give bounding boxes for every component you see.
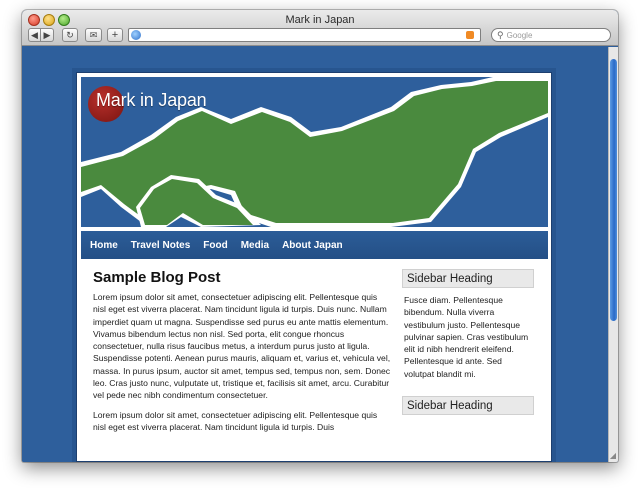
post-paragraph: Lorem ipsum dolor sit amet, consectetuer… [93,409,378,432]
search-icon: ⚲ [497,29,504,40]
nav-travel-notes[interactable]: Travel Notes [131,240,190,251]
search-placeholder: Google [506,30,533,40]
post-title: Sample Blog Post [93,269,221,286]
sidebar-heading: Sidebar Heading [402,269,534,288]
nav-media[interactable]: Media [241,240,269,251]
forward-arrow-icon: ▶ [43,29,51,40]
bookmark-icon: ✉ [89,29,98,40]
window-title: Mark in Japan [285,14,355,26]
site-container: Mark in Japan Home Travel Notes Food Med… [76,72,552,462]
title-bar: Mark in Japan ◀ ▶ ↻ ✉ + ⚲ Google [22,10,618,46]
vertical-scrollbar[interactable]: ◢ [608,47,618,462]
rss-icon[interactable] [466,31,474,39]
search-field[interactable]: ⚲ Google [491,28,611,42]
sidebar-heading: Sidebar Heading [402,396,534,416]
resize-grip-icon[interactable]: ◢ [610,451,616,460]
post-paragraph: Lorem ipsum dolor sit amet, consectetuer… [93,292,391,401]
browser-window: Mark in Japan ◀ ▶ ↻ ✉ + ⚲ Google Mark in… [22,10,618,462]
nav-food[interactable]: Food [203,240,227,251]
bookmarks-button[interactable]: ✉ [85,28,102,42]
plus-icon: + [111,28,119,41]
add-bookmark-button[interactable]: + [107,28,123,42]
scrollbar-thumb[interactable] [610,59,617,321]
main-navigation: Home Travel Notes Food Media About Japan [81,231,548,259]
reload-button[interactable]: ↻ [62,28,78,42]
nav-home[interactable]: Home [90,240,118,251]
reload-icon: ↻ [66,29,74,40]
header-banner: Mark in Japan [81,77,548,227]
page-viewport: Mark in Japan Home Travel Notes Food Med… [22,47,608,462]
site-title[interactable]: Mark in Japan [96,90,207,111]
sidebar: Sidebar Heading Fusce diam. Pellentesque… [402,269,534,421]
nav-about-japan[interactable]: About Japan [282,240,343,251]
back-button[interactable]: ◀ [28,28,41,42]
favicon-icon [131,30,141,40]
main-content: Sample Blog Post Lorem ipsum dolor sit a… [93,269,391,440]
forward-button[interactable]: ▶ [41,28,54,42]
address-bar[interactable] [128,28,481,42]
sidebar-text: Fusce diam. Pellentesque bibendum. Nulla… [404,295,529,379]
back-arrow-icon: ◀ [31,29,38,40]
